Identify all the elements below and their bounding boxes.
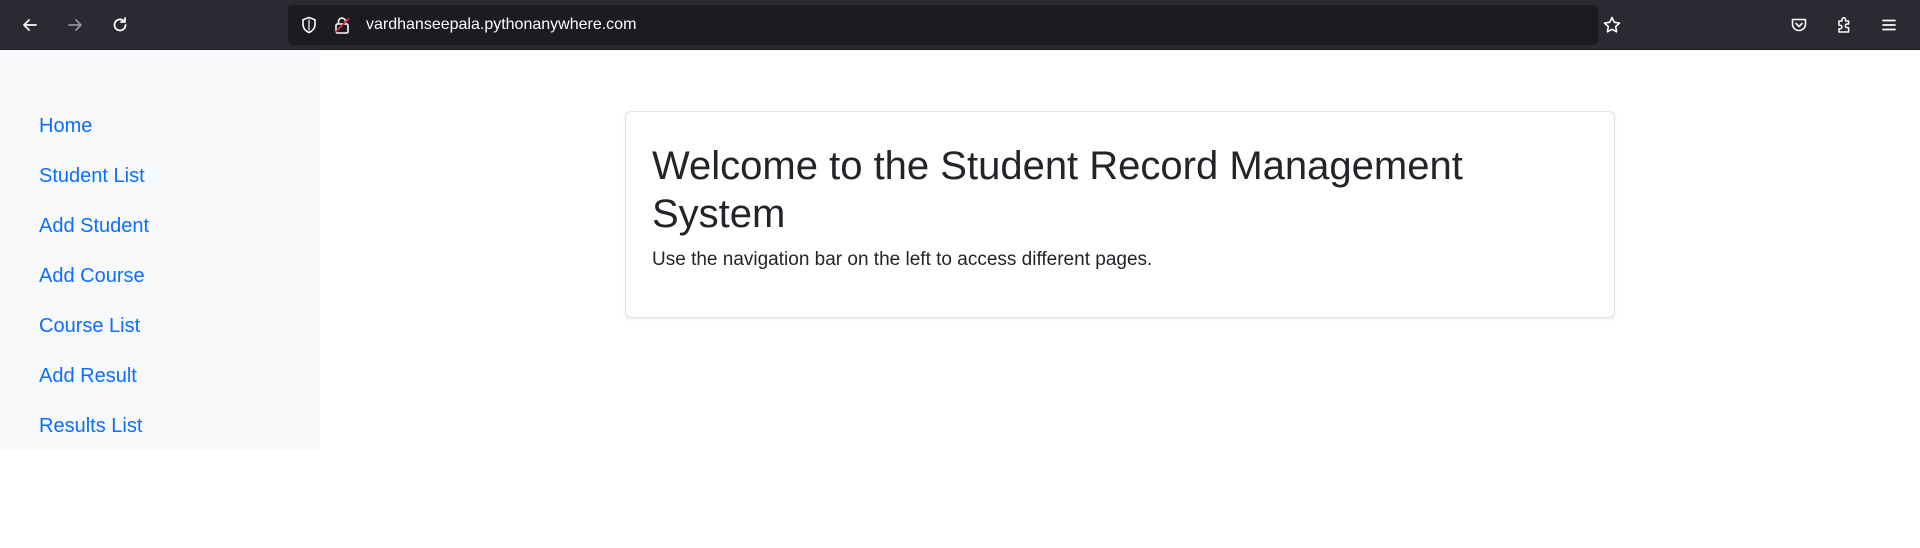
- tracking-protection-shield-icon[interactable]: [299, 15, 319, 35]
- nav-link-home[interactable]: Home: [39, 114, 92, 138]
- pocket-icon[interactable]: [1781, 7, 1817, 43]
- sidebar-nav: Home Student List Add Student Add Course…: [0, 50, 320, 450]
- nav-link-course-list[interactable]: Course List: [39, 314, 140, 338]
- nav-link-add-course[interactable]: Add Course: [39, 264, 145, 288]
- welcome-card: Welcome to the Student Record Management…: [625, 111, 1615, 318]
- extensions-puzzle-icon[interactable]: [1826, 7, 1862, 43]
- browser-toolbar: vardhanseepala.pythonanywhere.com: [0, 0, 1920, 50]
- page-title: Welcome to the Student Record Management…: [652, 144, 1463, 236]
- sidebar-item-student-list: Student List: [39, 164, 149, 214]
- sidebar-item-home: Home: [39, 114, 149, 164]
- nav-link-student-list[interactable]: Student List: [39, 164, 145, 188]
- sidebar-item-add-result: Add Result: [39, 364, 149, 414]
- sidebar-item-results-list: Results List: [39, 414, 149, 464]
- bookmark-star-icon[interactable]: [1602, 15, 1622, 35]
- welcome-description: Use the navigation bar on the left to ac…: [652, 249, 1153, 270]
- nav-link-add-student[interactable]: Add Student: [39, 214, 149, 238]
- back-arrow-icon[interactable]: [12, 7, 48, 43]
- insecure-lock-icon[interactable]: [332, 15, 352, 35]
- nav-list: Home Student List Add Student Add Course…: [39, 114, 149, 464]
- sidebar-item-course-list: Course List: [39, 314, 149, 364]
- reload-icon[interactable]: [102, 7, 138, 43]
- hamburger-menu-icon[interactable]: [1871, 7, 1907, 43]
- sidebar-item-add-course: Add Course: [39, 264, 149, 314]
- url-text[interactable]: vardhanseepala.pythonanywhere.com: [366, 5, 636, 45]
- forward-arrow-icon[interactable]: [57, 7, 93, 43]
- nav-link-results-list[interactable]: Results List: [39, 414, 142, 438]
- nav-link-add-result[interactable]: Add Result: [39, 364, 137, 388]
- address-bar[interactable]: vardhanseepala.pythonanywhere.com: [288, 5, 1621, 45]
- sidebar-item-add-student: Add Student: [39, 214, 149, 264]
